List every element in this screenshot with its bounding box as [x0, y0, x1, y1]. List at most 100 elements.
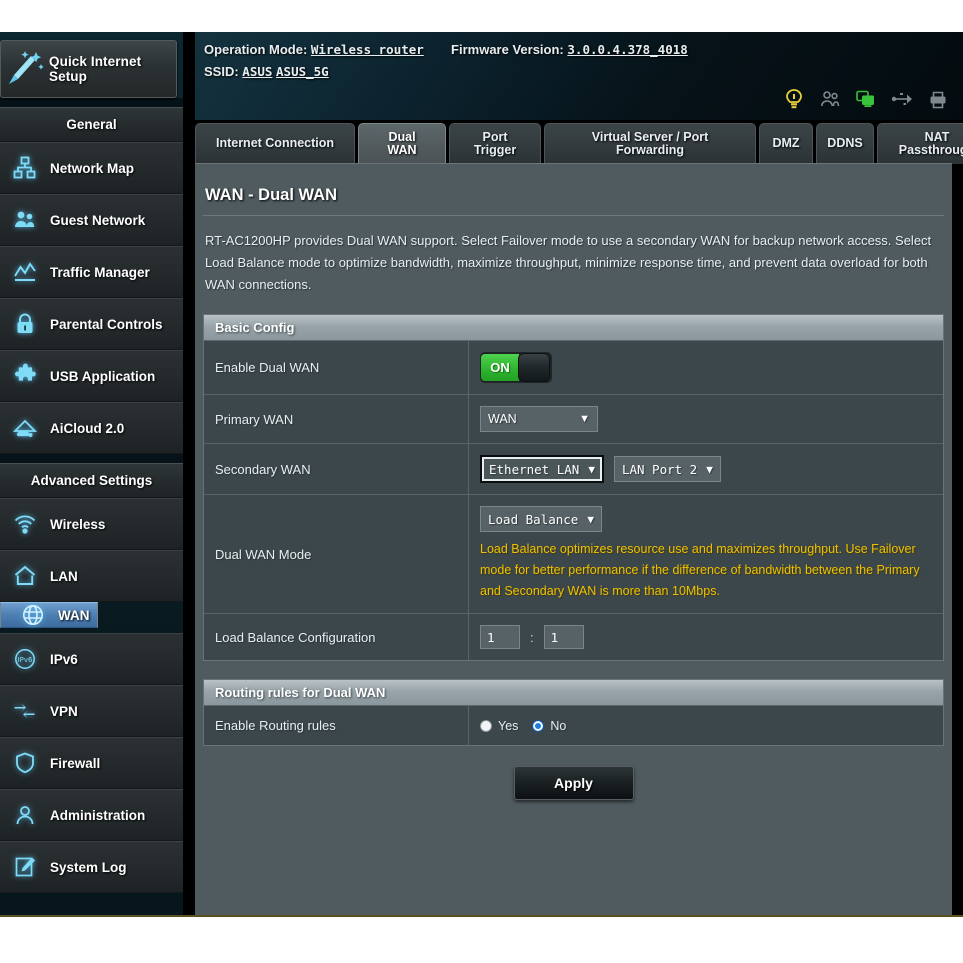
row-enable-routing-rules: Enable Routing rules Yes No: [204, 706, 943, 745]
sidebar-item-label: VPN: [50, 703, 78, 719]
routing-rules-yes-option[interactable]: Yes: [480, 719, 518, 733]
apply-button[interactable]: Apply: [513, 766, 634, 800]
tab-port-trigger[interactable]: Port Trigger: [449, 123, 541, 164]
ssid-value-5g[interactable]: ASUS_5G: [276, 64, 329, 79]
row-secondary-wan: Secondary WAN Ethernet LAN ▼ LAN Port 2 …: [204, 444, 943, 495]
load-balance-separator: :: [530, 629, 534, 645]
radio-no[interactable]: [532, 719, 545, 732]
tab-nat-passthrough[interactable]: NAT Passthrough: [877, 123, 963, 164]
sidebar-item-traffic-manager[interactable]: Traffic Manager: [0, 246, 183, 298]
enable-dual-wan-toggle[interactable]: ON: [480, 352, 552, 383]
wifi-icon: [0, 511, 50, 537]
user-icon: [0, 802, 50, 828]
alert-icon[interactable]: [783, 88, 805, 110]
ipv6-icon: IPv6: [0, 646, 50, 672]
ssid-value-24g[interactable]: ASUS: [242, 64, 272, 79]
status-icon-strip: [783, 88, 949, 110]
row-label: Secondary WAN: [204, 444, 469, 494]
primary-wan-select[interactable]: WAN ▼: [480, 406, 598, 432]
operation-mode-value[interactable]: Wireless router: [311, 42, 424, 57]
sidebar-item-label: AiCloud 2.0: [50, 420, 125, 436]
ssid-label: SSID:: [204, 64, 239, 79]
router-admin-page: Quick Internet Setup General Network Map: [0, 32, 963, 917]
sidebar-item-aicloud[interactable]: AiCloud 2.0: [0, 402, 183, 454]
chevron-down-icon: ▼: [588, 462, 595, 476]
tab-virtual-server-port-forwarding[interactable]: Virtual Server / Port Forwarding: [544, 123, 756, 164]
sidebar-item-guest-network[interactable]: Guest Network: [0, 194, 183, 246]
printer-icon[interactable]: [927, 88, 949, 110]
ssid-line: SSID: ASUS ASUS_5G: [204, 64, 329, 79]
chevron-down-icon: ▼: [706, 462, 713, 476]
sidebar-item-lan[interactable]: LAN: [0, 550, 183, 602]
row-label: Dual WAN Mode: [204, 495, 469, 613]
sidebar-item-label: LAN: [50, 568, 78, 584]
secondary-wan-port-select[interactable]: LAN Port 2 ▼: [613, 456, 721, 482]
vpn-icon: [0, 698, 50, 724]
sidebar-item-label: IPv6: [50, 651, 78, 667]
select-value: LAN Port 2: [621, 461, 698, 477]
sidebar-item-firewall[interactable]: Firewall: [0, 737, 183, 789]
tab-dmz[interactable]: DMZ: [759, 123, 813, 164]
row-field: Yes No: [469, 706, 943, 745]
quick-internet-setup-button[interactable]: Quick Internet Setup: [0, 40, 177, 98]
row-field: Load Balance ▼ Load Balance optimizes re…: [469, 495, 943, 613]
sidebar-item-vpn[interactable]: VPN: [0, 685, 183, 737]
row-field: 1 : 1: [469, 614, 943, 660]
row-field: ON: [469, 341, 943, 394]
sidebar-item-parental-controls[interactable]: Parental Controls: [0, 298, 183, 350]
basic-config-panel: Basic Config Enable Dual WAN ON Primary …: [203, 314, 944, 661]
select-value: WAN: [488, 412, 517, 426]
quick-internet-setup-label: Quick Internet Setup: [49, 54, 142, 84]
usb-icon[interactable]: [891, 88, 913, 110]
select-value: Load Balance: [488, 511, 579, 527]
tab-label: Virtual Server / Port Forwarding: [591, 129, 709, 157]
tab-internet-connection[interactable]: Internet Connection: [195, 123, 355, 164]
sidebar-general-list: Network Map Guest Network Traffic Manage…: [0, 142, 183, 454]
load-balance-input-2[interactable]: 1: [543, 625, 584, 649]
sidebar-group-advanced: Advanced Settings: [0, 463, 183, 498]
sidebar-item-wan[interactable]: WAN: [0, 602, 98, 628]
traffic-manager-icon: [0, 259, 50, 285]
dual-wan-mode-select[interactable]: Load Balance ▼: [480, 506, 602, 532]
network-map-icon: [0, 155, 50, 181]
cloud-icon: [0, 415, 50, 441]
row-dual-wan-mode: Dual WAN Mode Load Balance ▼ Load Balanc…: [204, 495, 943, 614]
log-icon: [0, 854, 50, 880]
tab-label: Dual WAN: [387, 129, 417, 157]
sidebar-item-ipv6[interactable]: IPv6 IPv6: [0, 633, 183, 685]
sidebar-item-label: WAN: [58, 607, 90, 623]
sidebar-item-label: System Log: [50, 859, 127, 875]
chevron-down-icon: ▼: [587, 512, 594, 526]
firmware-value[interactable]: 3.0.0.4.378_4018: [567, 42, 687, 57]
tab-dual-wan[interactable]: Dual WAN: [358, 123, 446, 164]
puzzle-icon: [0, 363, 50, 389]
basic-config-title: Basic Config: [204, 315, 943, 341]
tab-ddns[interactable]: DDNS: [816, 123, 874, 164]
radio-no-label: No: [550, 718, 567, 733]
routing-rules-no-option[interactable]: No: [532, 719, 566, 733]
tab-bar: Internet Connection Dual WAN Port Trigge…: [195, 120, 963, 164]
radio-yes[interactable]: [480, 719, 492, 732]
operation-mode-label: Operation Mode:: [204, 42, 308, 57]
row-enable-dual-wan: Enable Dual WAN ON: [204, 341, 943, 395]
dual-wan-mode-hint: Load Balance optimizes resource use and …: [480, 542, 920, 598]
shield-icon: [0, 750, 50, 776]
load-balance-input-1[interactable]: 1: [480, 625, 520, 649]
sidebar-divider: [183, 32, 195, 915]
sidebar-item-usb-application[interactable]: USB Application: [0, 350, 183, 402]
sidebar: Quick Internet Setup General Network Map: [0, 32, 183, 915]
network-monitor-icon[interactable]: [855, 88, 877, 110]
sidebar-item-network-map[interactable]: Network Map: [0, 142, 183, 194]
clients-icon[interactable]: [819, 88, 841, 110]
secondary-wan-select[interactable]: Ethernet LAN ▼: [480, 455, 604, 483]
title-divider: [203, 215, 944, 216]
sidebar-item-system-log[interactable]: System Log: [0, 841, 183, 893]
lock-icon: [0, 311, 50, 337]
home-icon: [0, 563, 50, 589]
sidebar-item-administration[interactable]: Administration: [0, 789, 183, 841]
sidebar-item-wireless[interactable]: Wireless: [0, 498, 183, 550]
page-description: RT-AC1200HP provides Dual WAN support. S…: [205, 233, 932, 292]
row-label: Load Balance Configuration: [204, 614, 469, 660]
tab-label: DMZ: [772, 136, 800, 151]
sidebar-advanced-list: Wireless LAN WAN IPv6 IPv6 VPN Firewall …: [0, 498, 183, 893]
